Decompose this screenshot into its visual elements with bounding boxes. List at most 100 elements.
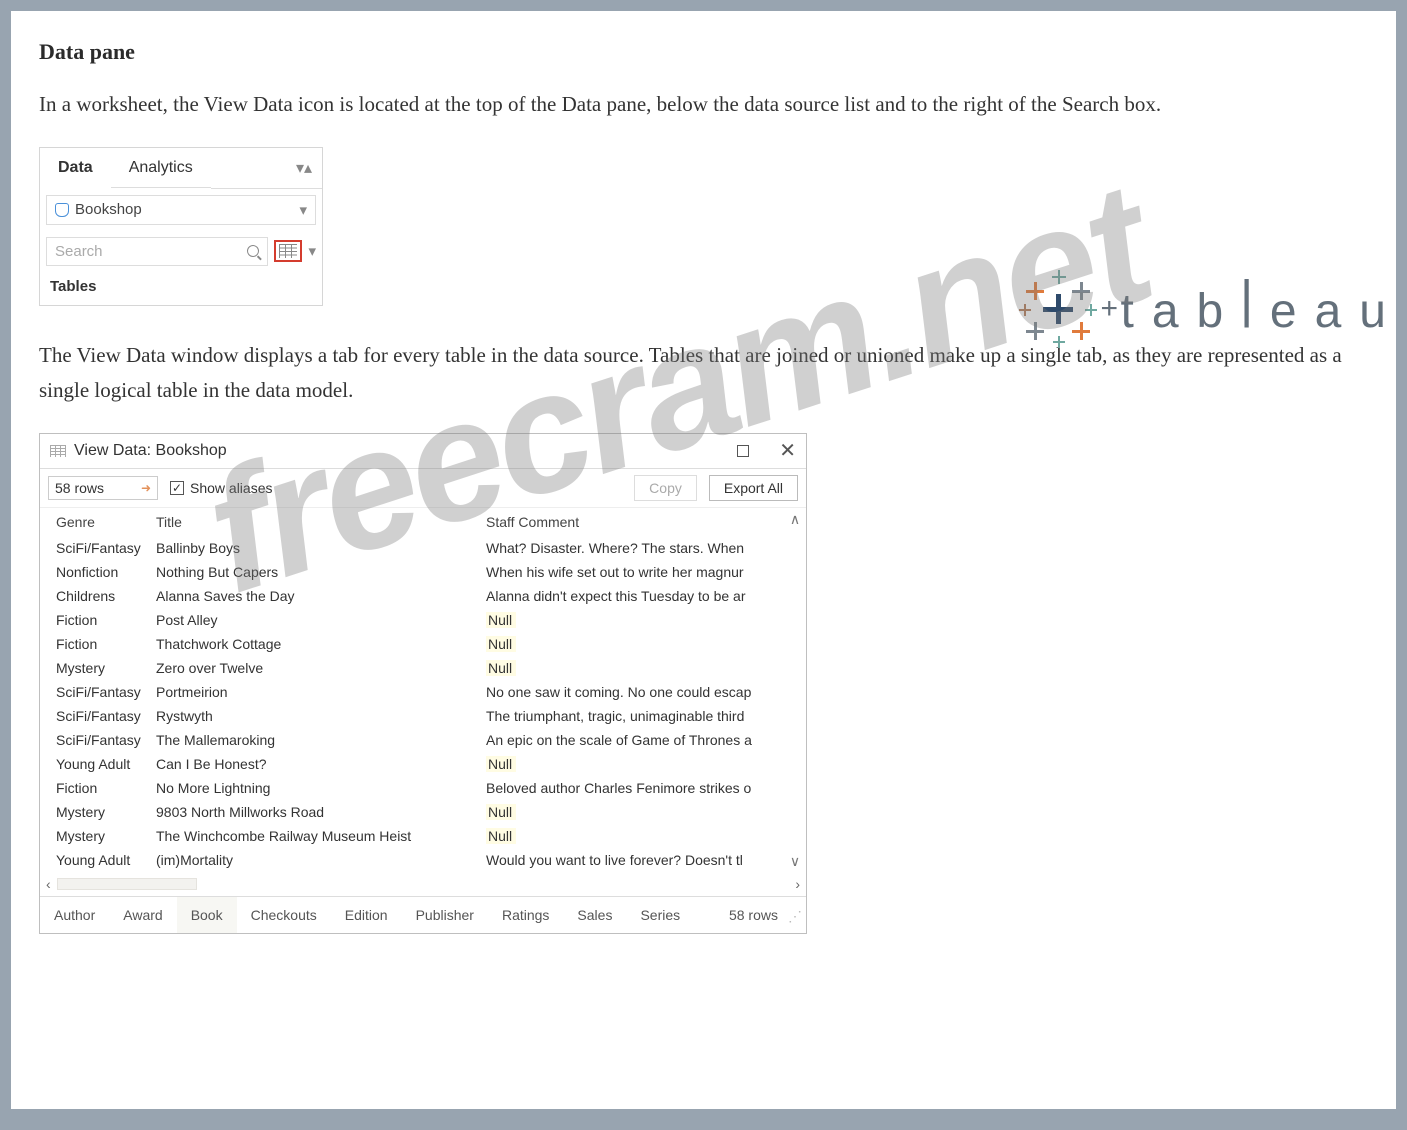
- scroll-right-icon[interactable]: ›: [795, 876, 800, 892]
- table-header-row: Genre Title Staff Comment: [40, 508, 806, 536]
- cell-genre: SciFi/Fantasy: [56, 684, 156, 700]
- table-tab[interactable]: Checkouts: [237, 897, 331, 933]
- search-icon: [247, 245, 259, 257]
- table-row[interactable]: SciFi/FantasyThe MallemarokingAn epic on…: [40, 728, 806, 752]
- cell-genre: SciFi/Fantasy: [56, 708, 156, 724]
- resize-grip-icon[interactable]: ⋰: [788, 908, 802, 922]
- table-row[interactable]: Mystery9803 North Millworks RoadNull: [40, 800, 806, 824]
- table-row[interactable]: SciFi/FantasyRystwythThe triumphant, tra…: [40, 704, 806, 728]
- table-tab[interactable]: Award: [109, 897, 176, 933]
- tab-analytics[interactable]: Analytics: [111, 149, 211, 188]
- table-tab[interactable]: Publisher: [402, 897, 488, 933]
- table-row[interactable]: FictionNo More LightningBeloved author C…: [40, 776, 806, 800]
- cell-title: The Mallemaroking: [156, 732, 486, 748]
- tab-data[interactable]: Data: [40, 149, 111, 188]
- null-value: Null: [486, 636, 516, 652]
- cell-genre: SciFi/Fantasy: [56, 732, 156, 748]
- close-icon[interactable]: ✕: [779, 445, 796, 457]
- data-pane-screenshot: Data Analytics ▾▴ Bookshop ▾ Search ▾ Ta…: [39, 147, 323, 306]
- footer-row-count: 58 rows: [719, 897, 788, 933]
- table-tab[interactable]: Sales: [563, 897, 626, 933]
- cell-genre: Young Adult: [56, 852, 156, 868]
- show-aliases-label: Show aliases: [190, 480, 273, 496]
- tableau-wordmark: + t a b l e a u: [1120, 284, 1386, 339]
- cell-genre: Nonfiction: [56, 564, 156, 580]
- table-row[interactable]: Young Adult(im)MortalityWould you want t…: [40, 848, 806, 872]
- arrow-right-icon[interactable]: ➜: [141, 481, 151, 495]
- cell-title: Ballinby Boys: [156, 540, 486, 556]
- table-row[interactable]: SciFi/FantasyPortmeirionNo one saw it co…: [40, 680, 806, 704]
- table-tab[interactable]: Ratings: [488, 897, 563, 933]
- scroll-left-icon[interactable]: ‹: [46, 876, 51, 892]
- view-data-button[interactable]: [274, 240, 302, 262]
- table-tab[interactable]: Edition: [331, 897, 402, 933]
- tables-heading: Tables: [40, 272, 322, 305]
- cell-title: The Winchcombe Railway Museum Heist: [156, 828, 486, 844]
- copy-button[interactable]: Copy: [634, 475, 697, 501]
- cell-staff: The triumphant, tragic, unimaginable thi…: [486, 708, 802, 724]
- datasource-icon: [55, 203, 69, 217]
- table-row[interactable]: MysteryThe Winchcombe Railway Museum Hei…: [40, 824, 806, 848]
- cell-title: Post Alley: [156, 612, 486, 628]
- table-tab[interactable]: Author: [40, 897, 109, 933]
- table-row[interactable]: Young AdultCan I Be Honest?Null: [40, 752, 806, 776]
- cell-genre: Mystery: [56, 660, 156, 676]
- scrollbar-thumb[interactable]: [57, 878, 197, 890]
- null-value: Null: [486, 756, 516, 772]
- table-tabs: AuthorAwardBookCheckoutsEditionPublisher…: [40, 896, 806, 933]
- pane-menu-icon[interactable]: ▾▴: [211, 148, 322, 189]
- rows-input[interactable]: 58 rows ➜: [48, 476, 158, 500]
- scroll-up-icon[interactable]: ∧: [788, 512, 802, 526]
- view-data-dropdown[interactable]: ▾: [308, 242, 316, 260]
- table-row[interactable]: MysteryZero over TwelveNull: [40, 656, 806, 680]
- cell-staff: What? Disaster. Where? The stars. When: [486, 540, 802, 556]
- cell-title: Zero over Twelve: [156, 660, 486, 676]
- cell-title: (im)Mortality: [156, 852, 486, 868]
- intro-paragraph-2: The View Data window displays a tab for …: [39, 338, 1368, 409]
- cell-title: Alanna Saves the Day: [156, 588, 486, 604]
- data-source-selector[interactable]: Bookshop ▾: [46, 195, 316, 225]
- table-row[interactable]: SciFi/FantasyBallinby BoysWhat? Disaster…: [40, 536, 806, 560]
- table-tab[interactable]: Book: [177, 897, 237, 933]
- rows-input-value: 58 rows: [55, 480, 104, 496]
- data-source-name: Bookshop: [75, 201, 142, 218]
- search-placeholder: Search: [55, 243, 103, 260]
- cell-title: Can I Be Honest?: [156, 756, 486, 772]
- chevron-down-icon: ▾: [299, 201, 307, 219]
- horizontal-scrollbar[interactable]: ‹ ›: [40, 872, 806, 896]
- tableau-mark-icon: [1028, 276, 1098, 346]
- scroll-down-icon[interactable]: ∨: [788, 854, 802, 868]
- cell-staff: Null: [486, 804, 802, 820]
- table-row[interactable]: ChildrensAlanna Saves the DayAlanna didn…: [40, 584, 806, 608]
- null-value: Null: [486, 828, 516, 844]
- table-row[interactable]: FictionPost AlleyNull: [40, 608, 806, 632]
- cell-staff: Null: [486, 828, 802, 844]
- table-tab[interactable]: Series: [626, 897, 694, 933]
- table-row[interactable]: FictionThatchwork CottageNull: [40, 632, 806, 656]
- col-header-staff[interactable]: Staff Comment: [486, 514, 802, 530]
- cell-title: Rystwyth: [156, 708, 486, 724]
- null-value: Null: [486, 804, 516, 820]
- cell-genre: Mystery: [56, 828, 156, 844]
- cell-staff: Null: [486, 636, 802, 652]
- col-header-genre[interactable]: Genre: [56, 514, 156, 530]
- col-header-title[interactable]: Title: [156, 514, 486, 530]
- cell-title: 9803 North Millworks Road: [156, 804, 486, 820]
- search-input[interactable]: Search: [46, 237, 268, 266]
- null-value: Null: [486, 612, 516, 628]
- export-all-button[interactable]: Export All: [709, 475, 798, 501]
- maximize-icon[interactable]: [737, 445, 749, 457]
- cell-genre: Fiction: [56, 612, 156, 628]
- show-aliases-checkbox[interactable]: ✓ Show aliases: [170, 480, 273, 496]
- table-row[interactable]: NonfictionNothing But CapersWhen his wif…: [40, 560, 806, 584]
- cell-genre: SciFi/Fantasy: [56, 540, 156, 556]
- view-data-window: View Data: Bookshop ✕ 58 rows ➜ ✓ Show a…: [39, 433, 807, 934]
- cell-genre: Fiction: [56, 780, 156, 796]
- cell-staff: Null: [486, 756, 802, 772]
- cell-genre: Young Adult: [56, 756, 156, 772]
- cell-genre: Childrens: [56, 588, 156, 604]
- cell-staff: Would you want to live forever? Doesn't …: [486, 852, 802, 868]
- grid-icon: [50, 445, 66, 457]
- cell-staff: An epic on the scale of Game of Thrones …: [486, 732, 802, 748]
- intro-paragraph-1: In a worksheet, the View Data icon is lo…: [39, 87, 1368, 123]
